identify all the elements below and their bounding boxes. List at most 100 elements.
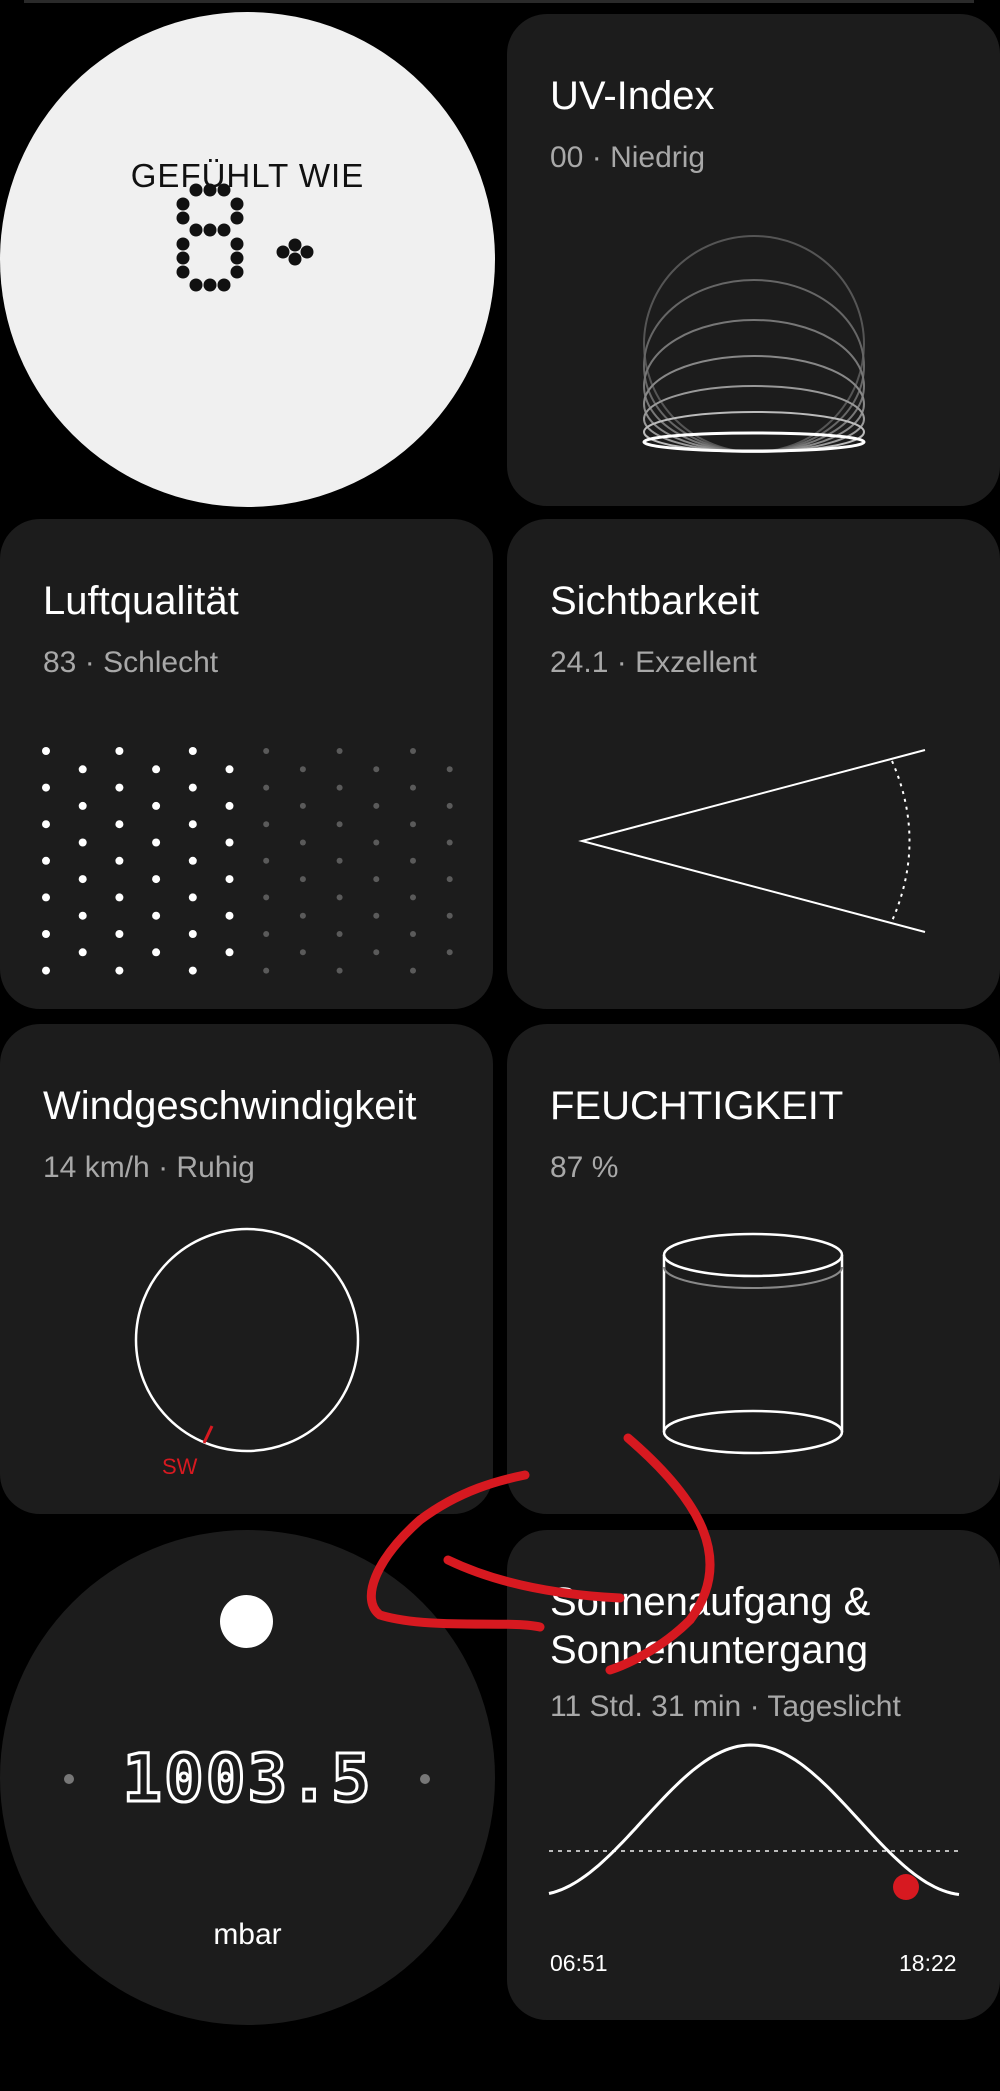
digit-dot (203, 278, 217, 292)
feels-like-value (176, 183, 314, 292)
air-dot (410, 857, 416, 864)
air-dot (115, 747, 124, 755)
air-dot (152, 765, 161, 774)
digit-dot (230, 237, 244, 251)
air-dot (188, 856, 197, 865)
air-dot (42, 820, 50, 829)
air-dot (263, 931, 270, 937)
digit-dot (189, 183, 203, 197)
digit-dot (176, 211, 190, 225)
air-dot (373, 949, 380, 956)
air-dot (188, 820, 197, 829)
digit-dot (230, 211, 244, 225)
air-dot (263, 821, 270, 828)
air-dot (78, 801, 87, 810)
air-dot (299, 766, 306, 773)
air-dot (115, 893, 124, 902)
air-dot (410, 748, 416, 754)
air-dot (42, 966, 50, 975)
air-dot (373, 912, 380, 919)
air-dot (115, 856, 124, 865)
air-quality-card[interactable]: Luftqualität 83 · Schlecht (0, 519, 493, 1009)
digit-dot (217, 223, 231, 237)
air-dot (299, 839, 306, 846)
air-dot (225, 801, 234, 810)
air-dot (78, 765, 87, 774)
feels-like-widget[interactable]: GEFÜHLT WIE (0, 12, 495, 507)
humidity-cylinder-graphic (662, 1232, 844, 1455)
air-dot (299, 876, 306, 883)
digit-dot (176, 265, 190, 279)
air-dot (263, 748, 270, 754)
air-dot (336, 857, 343, 864)
air-dot (42, 930, 50, 938)
digit-dot (203, 183, 217, 197)
digit-dot (230, 251, 244, 265)
air-dot (373, 839, 380, 846)
air-dot (78, 948, 87, 957)
air-dot (263, 967, 270, 974)
air-dot (446, 802, 453, 809)
air-dot (373, 802, 380, 809)
air-dot (410, 931, 416, 937)
air-quality-dot-grid (42, 747, 453, 975)
air-dot (410, 967, 416, 974)
visibility-card[interactable]: Sichtbarkeit 24.1 · Exzellent (507, 519, 1000, 1009)
pressure-indicator-dot (220, 1595, 273, 1648)
wind-speed-card[interactable]: Windgeschwindigkeit 14 km/h · Ruhig SW (0, 1024, 493, 1514)
pressure-value: 1003.5 (121, 1739, 373, 1819)
air-dot (152, 838, 161, 847)
digit-dot (217, 278, 231, 292)
air-dot (188, 747, 197, 755)
air-dot (115, 930, 124, 938)
digit-dot (189, 223, 203, 237)
air-dot (373, 766, 380, 773)
humidity-card[interactable]: FEUCHTIGKEIT 87 % (507, 1024, 1000, 1514)
air-dot (336, 748, 343, 754)
air-dot (299, 912, 306, 919)
digit-dot (203, 223, 217, 237)
air-dot (263, 857, 270, 864)
air-dot (152, 948, 161, 957)
air-dot (446, 876, 453, 883)
digit-dot (176, 237, 190, 251)
air-dot (446, 839, 453, 846)
digit-dot (176, 197, 190, 211)
air-dot (42, 856, 50, 865)
air-dot (410, 784, 416, 791)
air-dot (225, 838, 234, 847)
digit-dot (230, 197, 244, 211)
air-dot (336, 821, 343, 828)
air-dot (152, 911, 161, 920)
air-dot (446, 766, 453, 773)
pressure-widget[interactable]: 1003.5 mbar (0, 1530, 495, 2025)
air-dot (188, 893, 197, 902)
air-dot (42, 747, 50, 755)
air-dot (410, 894, 416, 901)
digit-dot (230, 265, 244, 279)
air-dot (336, 894, 343, 901)
air-dot (225, 948, 234, 957)
air-dot (446, 912, 453, 919)
sunrise-sunset-card[interactable]: Sonnenaufgang & Sonnenuntergang 11 Std. … (507, 1530, 1000, 2020)
air-dot (336, 931, 343, 937)
uv-index-card[interactable]: UV-Index 00 · Niedrig (507, 14, 1000, 506)
sunrise-time: 06:51 (550, 1950, 608, 1976)
air-dot (188, 966, 197, 975)
digit-dot (189, 278, 203, 292)
air-dot (115, 783, 124, 792)
air-dot (115, 966, 124, 975)
air-dot (336, 967, 343, 974)
air-dot (42, 893, 50, 902)
air-dot (410, 821, 416, 828)
wind-compass (134, 1227, 360, 1453)
visibility-cone-graphic (578, 749, 926, 933)
air-dot (263, 784, 270, 791)
air-dot (188, 930, 197, 938)
air-dot (78, 911, 87, 920)
air-dot (225, 765, 234, 774)
air-dot (152, 875, 161, 884)
top-divider (24, 0, 974, 3)
sunset-time: 18:22 (899, 1950, 957, 1976)
air-dot (78, 875, 87, 884)
